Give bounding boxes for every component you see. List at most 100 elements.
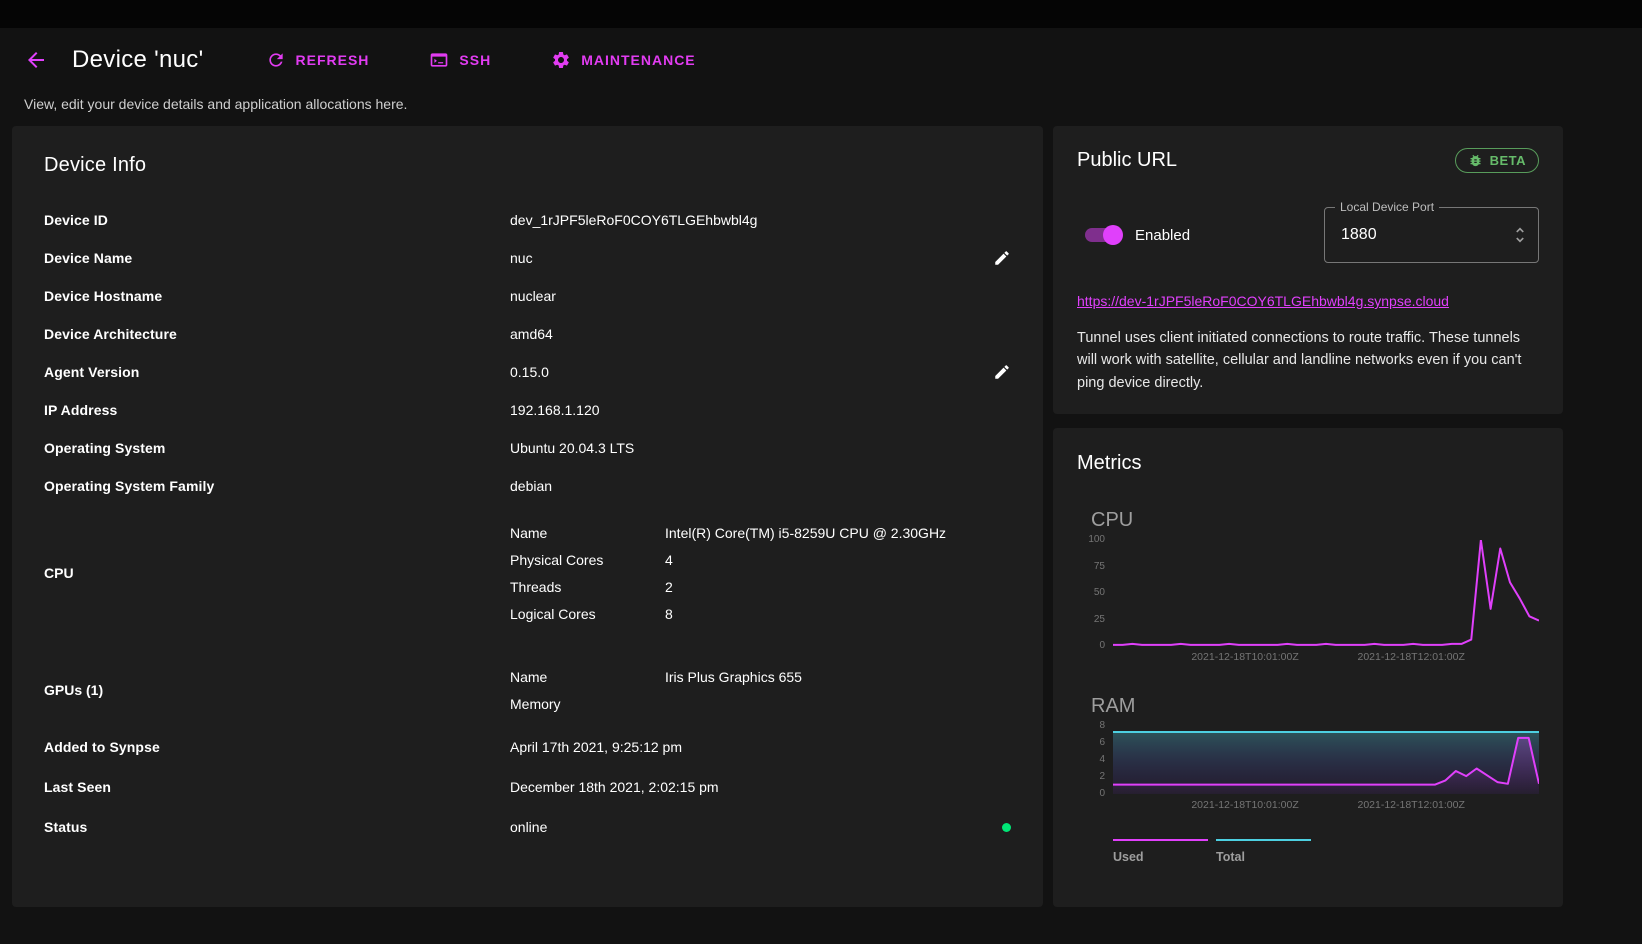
sub-row: Threads2 [510, 573, 1011, 600]
terminal-icon [429, 50, 449, 70]
gear-icon [551, 50, 571, 70]
y-axis-tick: 6 [1077, 737, 1105, 748]
device-info-row: Operating System Familydebian [44, 467, 1011, 505]
chart-plot-area [1113, 726, 1539, 794]
ssh-label: SSH [459, 52, 491, 68]
info-value: 0.15.0 [510, 364, 983, 380]
y-axis-tick: 0 [1077, 788, 1105, 799]
public-url-card: Public URL BETA Enabled Local Device Por… [1053, 126, 1563, 414]
metrics-card: Metrics CPU 0 25 50 75 100 2021-12-18T10:01:… [1053, 428, 1563, 907]
sub-label: Name [510, 525, 665, 541]
local-device-port-input[interactable] [1339, 225, 1510, 245]
cpu-chart-title: CPU [1091, 509, 1539, 532]
info-value: nuc [510, 250, 983, 266]
metrics-title: Metrics [1077, 452, 1539, 475]
y-axis-tick: 8 [1077, 720, 1105, 731]
info-value: online [510, 819, 983, 835]
sub-label: Physical Cores [510, 552, 665, 568]
y-axis-tick: 2 [1077, 771, 1105, 782]
sub-table: NameIntel(R) Core(TM) i5-8259U CPU @ 2.3… [510, 519, 1011, 627]
bug-icon [1468, 153, 1483, 168]
ram-chart-svg [1113, 726, 1539, 794]
info-value: April 17th 2021, 9:25:12 pm [510, 739, 983, 755]
ram-chart: 02468 [1077, 726, 1539, 794]
main-content: Device Info Device IDdev_1rJPF5leRoF0COY… [0, 126, 1642, 907]
info-label: Agent Version [44, 364, 510, 380]
y-axis-tick: 100 [1077, 534, 1105, 545]
info-value: debian [510, 478, 983, 494]
info-label: IP Address [44, 402, 510, 418]
sub-value: 2 [665, 579, 673, 595]
info-value: December 18th 2021, 2:02:15 pm [510, 779, 983, 795]
gpu-group: GPUs (1)NameIris Plus Graphics 655Memory [44, 663, 1011, 717]
cpu-chart: 0255075100 [1077, 540, 1539, 646]
port-field-label: Local Device Port [1335, 200, 1439, 214]
legend-item-used[interactable]: Used [1113, 839, 1208, 864]
port-stepper-icon[interactable] [1510, 225, 1530, 245]
y-axis-tick: 25 [1077, 614, 1105, 625]
sub-row: Memory [510, 690, 1011, 717]
device-info-row: Operating SystemUbuntu 20.04.3 LTS [44, 429, 1011, 467]
refresh-label: REFRESH [296, 52, 370, 68]
device-info-rows: Device IDdev_1rJPF5leRoF0COY6TLGEhbwbl4g… [44, 201, 1011, 505]
row-actions [983, 363, 1011, 381]
sub-value: 8 [665, 606, 673, 622]
sub-label: Name [510, 669, 665, 685]
sub-label: Logical Cores [510, 606, 665, 622]
device-info-card: Device Info Device IDdev_1rJPF5leRoF0COY… [12, 126, 1043, 907]
device-footer-rows: Added to SynpseApril 17th 2021, 9:25:12 … [44, 727, 1011, 847]
x-axis-tick: 2021-12-18T10:01:00Z [1191, 651, 1298, 663]
sub-row: NameIntel(R) Core(TM) i5-8259U CPU @ 2.3… [510, 519, 1011, 546]
refresh-icon [266, 50, 286, 70]
maintenance-button[interactable]: MAINTENANCE [547, 44, 699, 76]
ssh-button[interactable]: SSH [425, 44, 495, 76]
device-info-row: Statusonline [44, 807, 1011, 847]
edit-icon[interactable] [993, 249, 1011, 267]
y-axis-tick: 75 [1077, 561, 1105, 572]
info-label: Operating System [44, 440, 510, 456]
cpu-group: CPUNameIntel(R) Core(TM) i5-8259U CPU @ … [44, 519, 1011, 627]
toggle-track[interactable] [1085, 228, 1119, 242]
device-info-row: Added to SynpseApril 17th 2021, 9:25:12 … [44, 727, 1011, 767]
beta-label: BETA [1490, 153, 1526, 168]
device-info-row: Device Namenuc [44, 239, 1011, 277]
info-label: Last Seen [44, 779, 510, 795]
legend-label: Used [1113, 850, 1208, 864]
back-button[interactable] [24, 46, 52, 74]
status-online-dot [1002, 823, 1011, 832]
right-column: Public URL BETA Enabled Local Device Por… [1053, 126, 1563, 907]
beta-badge[interactable]: BETA [1455, 148, 1539, 173]
info-label: GPUs (1) [44, 682, 510, 698]
info-value: 192.168.1.120 [510, 402, 983, 418]
info-label: Device ID [44, 212, 510, 228]
header-actions: REFRESH SSH MAINTENANCE [262, 44, 700, 76]
edit-icon[interactable] [993, 363, 1011, 381]
legend-color-line [1216, 839, 1311, 841]
device-info-row: IP Address192.168.1.120 [44, 391, 1011, 429]
sub-value: Iris Plus Graphics 655 [665, 669, 802, 685]
y-axis-tick: 50 [1077, 587, 1105, 598]
row-actions [983, 823, 1011, 832]
legend-label: Total [1216, 850, 1311, 864]
info-value: Ubuntu 20.04.3 LTS [510, 440, 983, 456]
sub-table: NameIris Plus Graphics 655Memory [510, 663, 1011, 717]
x-axis-tick: 2021-12-18T10:01:00Z [1191, 799, 1298, 811]
toggle-thumb[interactable] [1103, 225, 1123, 245]
page-title: Device 'nuc' [72, 46, 204, 74]
device-info-row: Last SeenDecember 18th 2021, 2:02:15 pm [44, 767, 1011, 807]
public-url-toggle[interactable]: Enabled [1077, 227, 1190, 244]
legend-item-total[interactable]: Total [1216, 839, 1311, 864]
device-info-row: Device Architectureamd64 [44, 315, 1011, 353]
info-label: Device Architecture [44, 326, 510, 342]
public-url-link[interactable]: https://dev-1rJPF5leRoF0COY6TLGEhbwbl4g.… [1077, 293, 1449, 309]
legend-color-line [1113, 839, 1208, 841]
page-header: Device 'nuc' REFRESH SSH MAINTENANCE Vie… [0, 28, 1642, 112]
ram-chart-title: RAM [1091, 695, 1539, 718]
device-info-row: Device IDdev_1rJPF5leRoF0COY6TLGEhbwbl4g [44, 201, 1011, 239]
chart-legend: Used Total [1113, 839, 1539, 864]
sub-label: Threads [510, 579, 665, 595]
sub-row: NameIris Plus Graphics 655 [510, 663, 1011, 690]
local-device-port-field[interactable]: Local Device Port [1324, 207, 1539, 263]
refresh-button[interactable]: REFRESH [262, 44, 374, 76]
cpu-chart-svg [1113, 540, 1539, 646]
